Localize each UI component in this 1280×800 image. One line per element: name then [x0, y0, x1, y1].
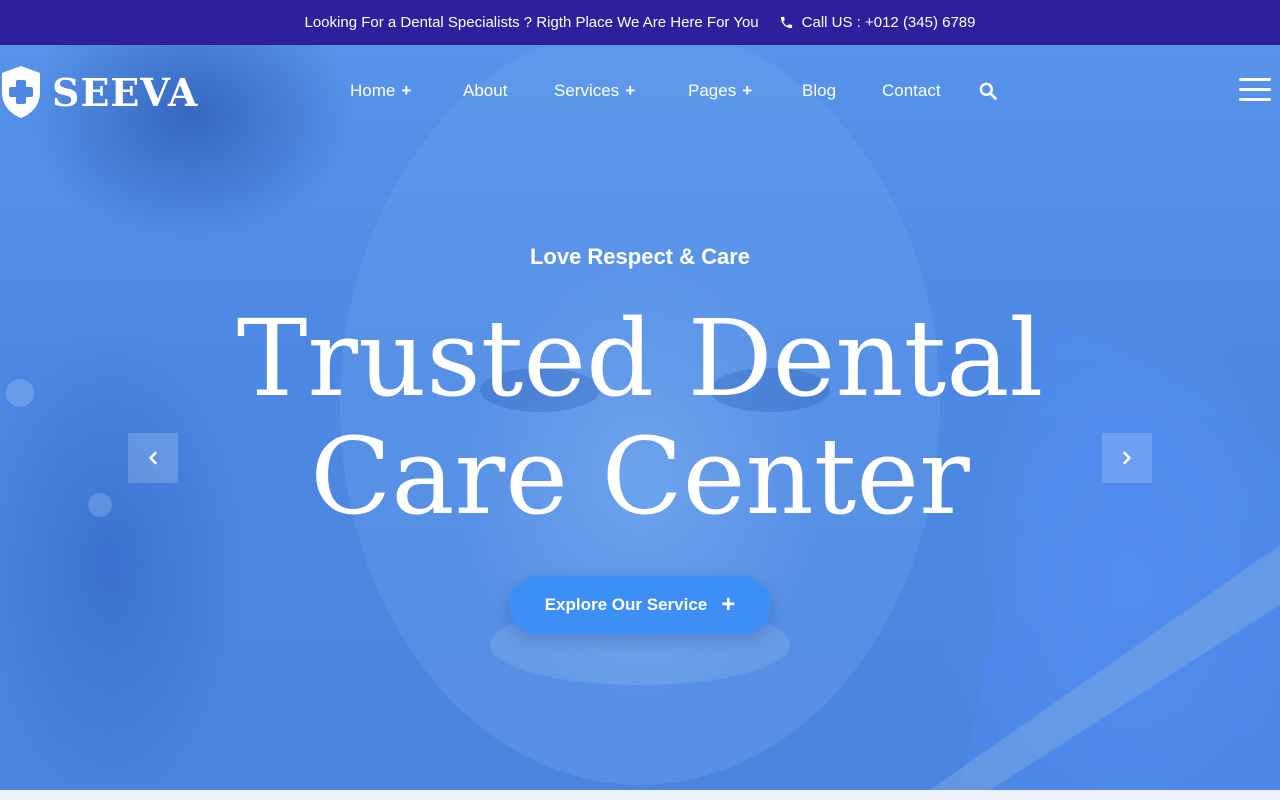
search-icon — [979, 82, 997, 100]
hero-title-line-1: Trusted Dental — [236, 297, 1044, 420]
cta-label: Explore Our Service — [544, 595, 708, 614]
nav-item-pages[interactable]: Pages + — [688, 81, 752, 101]
nav-item-blog[interactable]: Blog — [802, 81, 836, 101]
submenu-plus-icon: + — [625, 81, 636, 100]
nav-item-label: Services — [554, 81, 620, 100]
nav-item-label: About — [463, 81, 508, 100]
explore-service-button[interactable]: Explore Our Service + — [509, 576, 771, 634]
slider-prev-button[interactable] — [128, 433, 178, 483]
nav-item-contact[interactable]: Contact — [882, 81, 941, 101]
search-button[interactable] — [978, 81, 1000, 103]
hero-title: Trusted Dental Care Center — [0, 300, 1280, 536]
hamburger-menu-button[interactable] — [1239, 78, 1271, 104]
hero-subtitle: Love Respect & Care — [529, 244, 751, 269]
chevron-right-icon — [1123, 451, 1131, 465]
submenu-plus-icon: + — [401, 81, 412, 100]
hamburger-line — [1239, 88, 1271, 91]
plus-icon: + — [721, 591, 736, 618]
nav-item-about[interactable]: About — [463, 81, 507, 101]
call-text: Call US : +012 (345) 6789 — [801, 14, 976, 31]
chevron-left-icon — [149, 451, 157, 465]
nav-item-label: Contact — [882, 81, 941, 100]
submenu-plus-icon: + — [742, 81, 753, 100]
hero-title-line-2: Care Center — [310, 415, 970, 538]
topbar-call[interactable]: Call US : +012 (345) 6789 — [779, 14, 976, 31]
site-logo[interactable]: SEEVA — [0, 64, 198, 120]
nav-item-label: Pages — [688, 81, 737, 100]
nav-item-label: Blog — [802, 81, 837, 100]
shield-cross-icon — [2, 66, 40, 118]
topbar-message: Looking For a Dental Specialists ? Rigth… — [304, 14, 759, 31]
phone-icon — [780, 16, 792, 29]
hamburger-line — [1239, 98, 1271, 101]
main-navigation: SEEVA Home + About Services + Pages + Bl… — [0, 45, 1280, 140]
logo-text: SEEVA — [52, 69, 199, 115]
hamburger-line — [1239, 78, 1271, 81]
nav-item-home[interactable]: Home + — [350, 81, 411, 101]
slider-next-button[interactable] — [1102, 433, 1152, 483]
top-info-bar: Looking For a Dental Specialists ? Rigth… — [0, 0, 1280, 45]
nav-item-services[interactable]: Services + — [554, 81, 635, 101]
nav-item-label: Home — [350, 81, 396, 100]
